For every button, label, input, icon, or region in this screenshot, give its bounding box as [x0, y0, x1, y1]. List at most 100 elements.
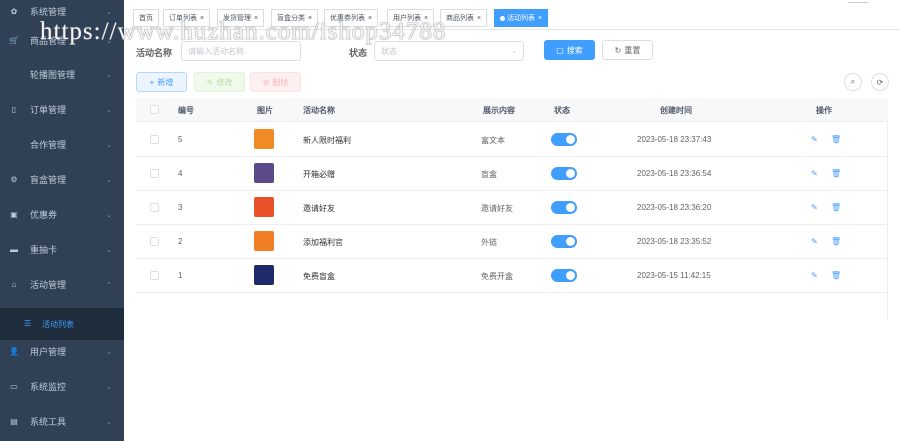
refresh-icon: ⟳: [876, 77, 884, 87]
close-icon[interactable]: ×: [477, 15, 481, 22]
gear-icon: ✿: [10, 7, 18, 16]
tab-4[interactable]: 优惠券列表 ×: [324, 9, 379, 27]
row-checkbox[interactable]: [150, 169, 159, 178]
sidebar-item-2[interactable]: 轮播图管理 ⌄: [0, 57, 124, 92]
chevron-down-icon: ⌄: [106, 211, 112, 219]
edit-icon[interactable]: ✎: [811, 203, 818, 212]
sidebar-item-5[interactable]: ⚙ 盲盒管理 ⌄: [0, 162, 124, 197]
chevron-down-icon: ⌄: [106, 106, 112, 114]
row-checkbox[interactable]: [150, 271, 159, 280]
close-icon[interactable]: ×: [254, 15, 258, 22]
sidebar-item-4[interactable]: 合作管理 ⌄: [0, 127, 124, 162]
trash-icon: ⊖: [262, 77, 270, 87]
tab-6[interactable]: 商品列表 ×: [440, 9, 488, 27]
chevron-down-icon: ⌄: [106, 176, 112, 184]
table-row: 5 新人限时福利 富文本 2023-05-18 23:37:43 ✎ 🗑: [136, 123, 888, 157]
status-placeholder: 状态: [381, 46, 397, 56]
tab-1[interactable]: 订单列表 ×: [163, 9, 211, 27]
search-toggle-button[interactable]: ⌕: [844, 73, 862, 91]
edit-button[interactable]: ✎ 修改: [194, 72, 245, 92]
sidebar-item-10[interactable]: ▭ 系统监控 ⌄: [0, 369, 124, 404]
trash-icon[interactable]: 🗑: [831, 135, 841, 144]
edit-icon[interactable]: ✎: [811, 169, 818, 178]
row-checkbox[interactable]: [150, 237, 159, 246]
status-switch[interactable]: [551, 167, 577, 180]
trash-icon[interactable]: 🗑: [831, 203, 841, 212]
list-icon: ☰: [24, 319, 32, 328]
row-checkbox[interactable]: [150, 203, 159, 212]
sidebar-item-7[interactable]: ▬ 重抽卡 ⌄: [0, 232, 124, 267]
sidebar-item-label: 商品管理: [30, 36, 67, 46]
top-divider: [848, 2, 868, 3]
tab-label: 首页: [139, 15, 153, 22]
cart-icon: 🛒: [9, 36, 19, 45]
row-name: 新人限时福利: [303, 136, 351, 145]
sidebar-item-label: 订单管理: [30, 105, 67, 115]
coupon-icon: ▣: [10, 210, 18, 219]
add-button[interactable]: + 新增: [136, 72, 187, 92]
status-switch[interactable]: [551, 133, 577, 146]
status-switch[interactable]: [551, 235, 577, 248]
close-icon[interactable]: ×: [200, 15, 204, 22]
tab-0[interactable]: 首页: [133, 9, 159, 27]
sidebar-item-label: 活动管理: [30, 280, 67, 290]
card-icon: ▬: [10, 245, 18, 254]
close-icon[interactable]: ×: [308, 15, 312, 22]
main-content: 活动名称 请输入活动名称 状态 状态 ⌄ ▢ 搜索 ↻ 重置 + 新增 ✎ 修改…: [124, 30, 900, 441]
sidebar-item-1[interactable]: 🛒 商品管理 ⌄: [0, 23, 124, 58]
sidebar-item-label: 系统管理: [30, 7, 67, 17]
trash-icon[interactable]: 🗑: [831, 271, 841, 280]
edit-icon[interactable]: ✎: [811, 237, 818, 246]
sidebar-item-8[interactable]: ⌂ 活动管理 ⌃: [0, 267, 124, 302]
row-name: 免费盲盒: [303, 272, 335, 281]
edit-icon[interactable]: ✎: [811, 135, 818, 144]
row-checkbox[interactable]: [150, 135, 159, 144]
tab-label: 优惠券列表: [330, 15, 365, 22]
activity-thumbnail: [254, 231, 274, 251]
table-header: 编号 图片 活动名称 展示内容 状态 创建时间 操作: [136, 98, 888, 122]
tab-7[interactable]: 活动列表 ×: [494, 9, 549, 27]
row-created: 2023-05-18 23:37:43: [637, 135, 712, 144]
close-icon[interactable]: ×: [538, 15, 542, 22]
status-switch[interactable]: [551, 269, 577, 282]
close-icon[interactable]: ×: [424, 15, 428, 22]
select-all-checkbox[interactable]: [150, 105, 159, 114]
activity-name-input[interactable]: 请输入活动名称: [181, 41, 301, 61]
image-icon: [9, 70, 19, 80]
delete-button[interactable]: ⊖ 删除: [250, 72, 301, 92]
edit-icon[interactable]: ✎: [811, 271, 818, 280]
chevron-down-icon: ⌄: [106, 348, 112, 356]
monitor-icon: ▭: [10, 382, 18, 391]
tab-3[interactable]: 盲盒分类 ×: [271, 9, 319, 27]
trash-icon[interactable]: 🗑: [831, 169, 841, 178]
active-dot: [500, 15, 505, 21]
sidebar-item-3[interactable]: ▯ 订单管理 ⌄: [0, 92, 124, 127]
sidebar-item-label: 合作管理: [30, 140, 67, 150]
status-switch[interactable]: [551, 201, 577, 214]
activity-thumbnail: [254, 265, 274, 285]
search-button[interactable]: ▢ 搜索: [544, 40, 595, 60]
tab-2[interactable]: 发货管理 ×: [217, 9, 265, 27]
switch-knob: [566, 237, 575, 246]
tab-label: 用户列表: [393, 15, 421, 22]
trash-icon[interactable]: 🗑: [831, 237, 841, 246]
close-icon[interactable]: ×: [368, 15, 372, 22]
reset-button[interactable]: ↻ 重置: [602, 40, 653, 60]
table-row: 2 添加福利官 外链 2023-05-18 23:35:52 ✎ 🗑: [136, 225, 888, 259]
status-select[interactable]: 状态 ⌄: [374, 41, 524, 61]
sidebar-item-6[interactable]: ▣ 优惠券 ⌄: [0, 197, 124, 232]
chevron-down-icon: ⌄: [511, 48, 517, 55]
tab-5[interactable]: 用户列表 ×: [387, 9, 435, 27]
sidebar-item-11[interactable]: ▤ 系统工具 ⌄: [0, 404, 124, 439]
activity-table: 编号 图片 活动名称 展示内容 状态 创建时间 操作 5 新人限时福利 富文本 202…: [136, 98, 888, 320]
switch-knob: [566, 169, 575, 178]
cooperation-icon: [9, 140, 19, 150]
header-content: 展示内容: [483, 106, 515, 115]
table-row: 1 免费盲盒 免费开盒 2023-05-15 11:42:15 ✎ 🗑: [136, 259, 888, 293]
activity-name-placeholder: 请输入活动名称: [188, 46, 244, 56]
sidebar-item-label: 盲盒管理: [30, 175, 67, 185]
refresh-button[interactable]: ⟳: [871, 73, 889, 91]
sidebar-subitem-activity-list[interactable]: ☰ 活动列表: [0, 308, 124, 340]
sidebar-item-label: 用户管理: [30, 347, 67, 357]
home-icon: ⌂: [11, 280, 17, 289]
